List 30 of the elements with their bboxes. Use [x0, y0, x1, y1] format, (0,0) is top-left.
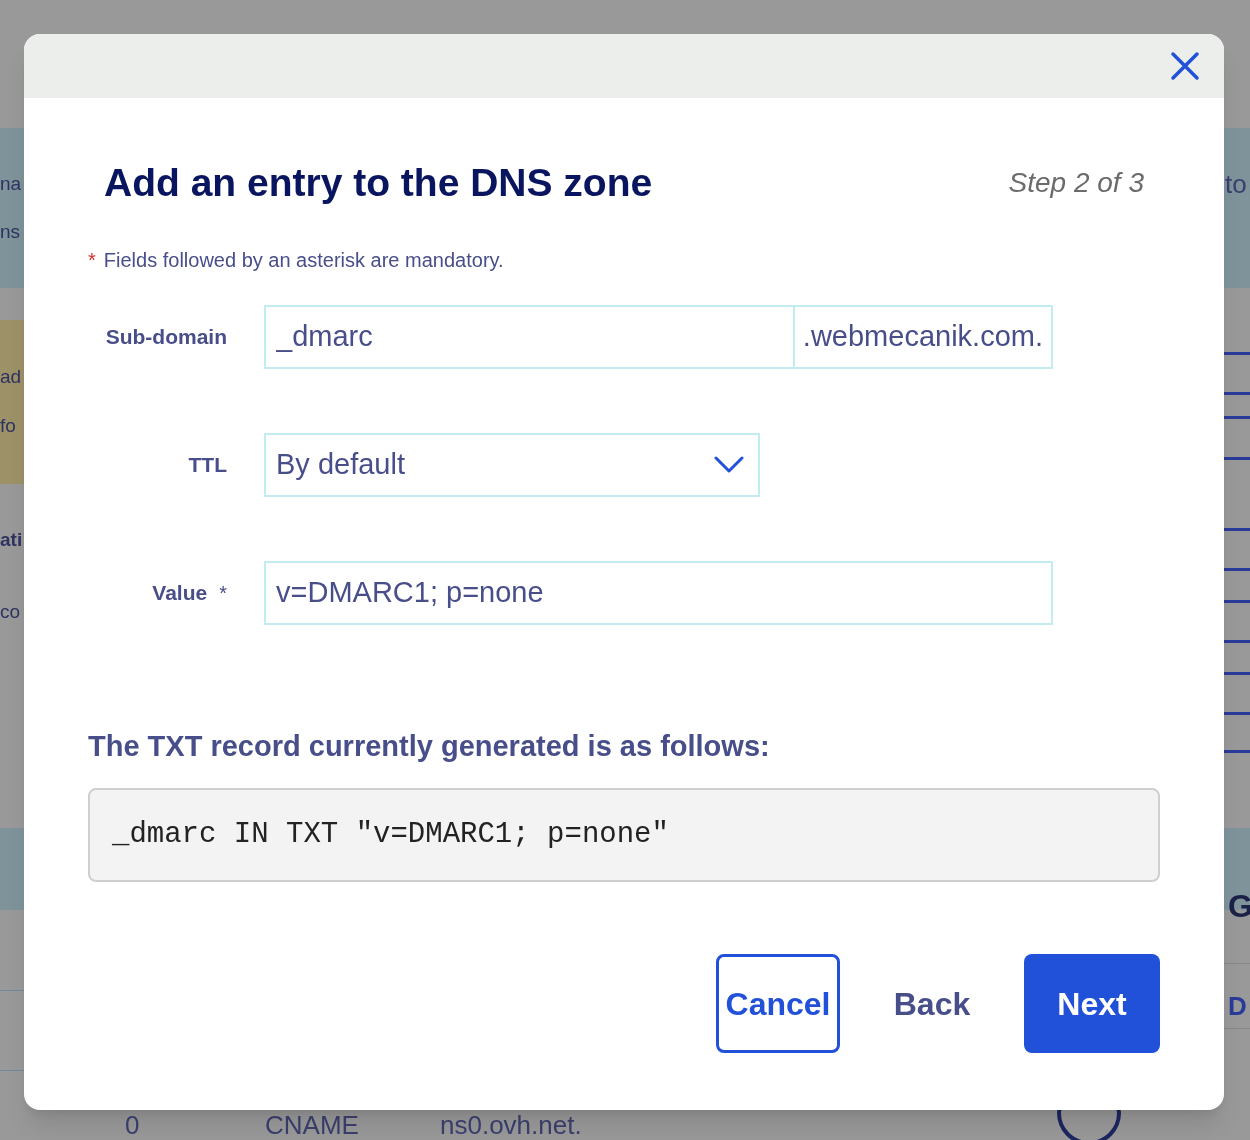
required-mark: * [219, 580, 227, 606]
domain-suffix: .webmecanik.com. [794, 304, 1053, 369]
field-label: TTL [188, 451, 227, 478]
field-label: Value [152, 579, 208, 606]
table-cell: ns0.ovh.net. [440, 1110, 582, 1140]
record-preview: _dmarc IN TXT "v=DMARC1; p=none" [88, 788, 1160, 882]
page-text: ati [0, 528, 23, 552]
page-text: na [0, 172, 22, 196]
next-button[interactable]: Next [1024, 954, 1160, 1053]
table-cell-text: CNAME [265, 1110, 360, 1140]
close-icon[interactable] [1170, 51, 1200, 81]
step-indicator: Step 2 of 3 [1008, 166, 1144, 201]
preview-heading: The TXT record currently generated is as follows: [87, 728, 771, 764]
table-cell-text: 0 [125, 1110, 141, 1140]
text-input[interactable]: v=DMARC1; p=none [264, 560, 1053, 625]
page-text: ad [0, 365, 22, 389]
dialog-title: Add an entry to the DNS zone [104, 160, 653, 206]
page-text: co [0, 600, 21, 624]
page-text: to [1225, 168, 1247, 201]
chevron-down-icon [714, 455, 744, 474]
page-text: D [1228, 990, 1247, 1022]
cancel-button[interactable]: Cancel [716, 954, 840, 1053]
back-button[interactable]: Back [852, 954, 1012, 1053]
mandatory-notice: Fields followed by an asterisk are mandatory. [103, 247, 504, 273]
page-text: fo [0, 414, 16, 438]
text-input[interactable]: _dmarc [264, 304, 795, 369]
field-label: Sub-domain [105, 323, 227, 350]
required-mark: * [88, 247, 96, 273]
page-text: ns [0, 220, 21, 244]
ttl-select[interactable]: By default [264, 432, 760, 497]
